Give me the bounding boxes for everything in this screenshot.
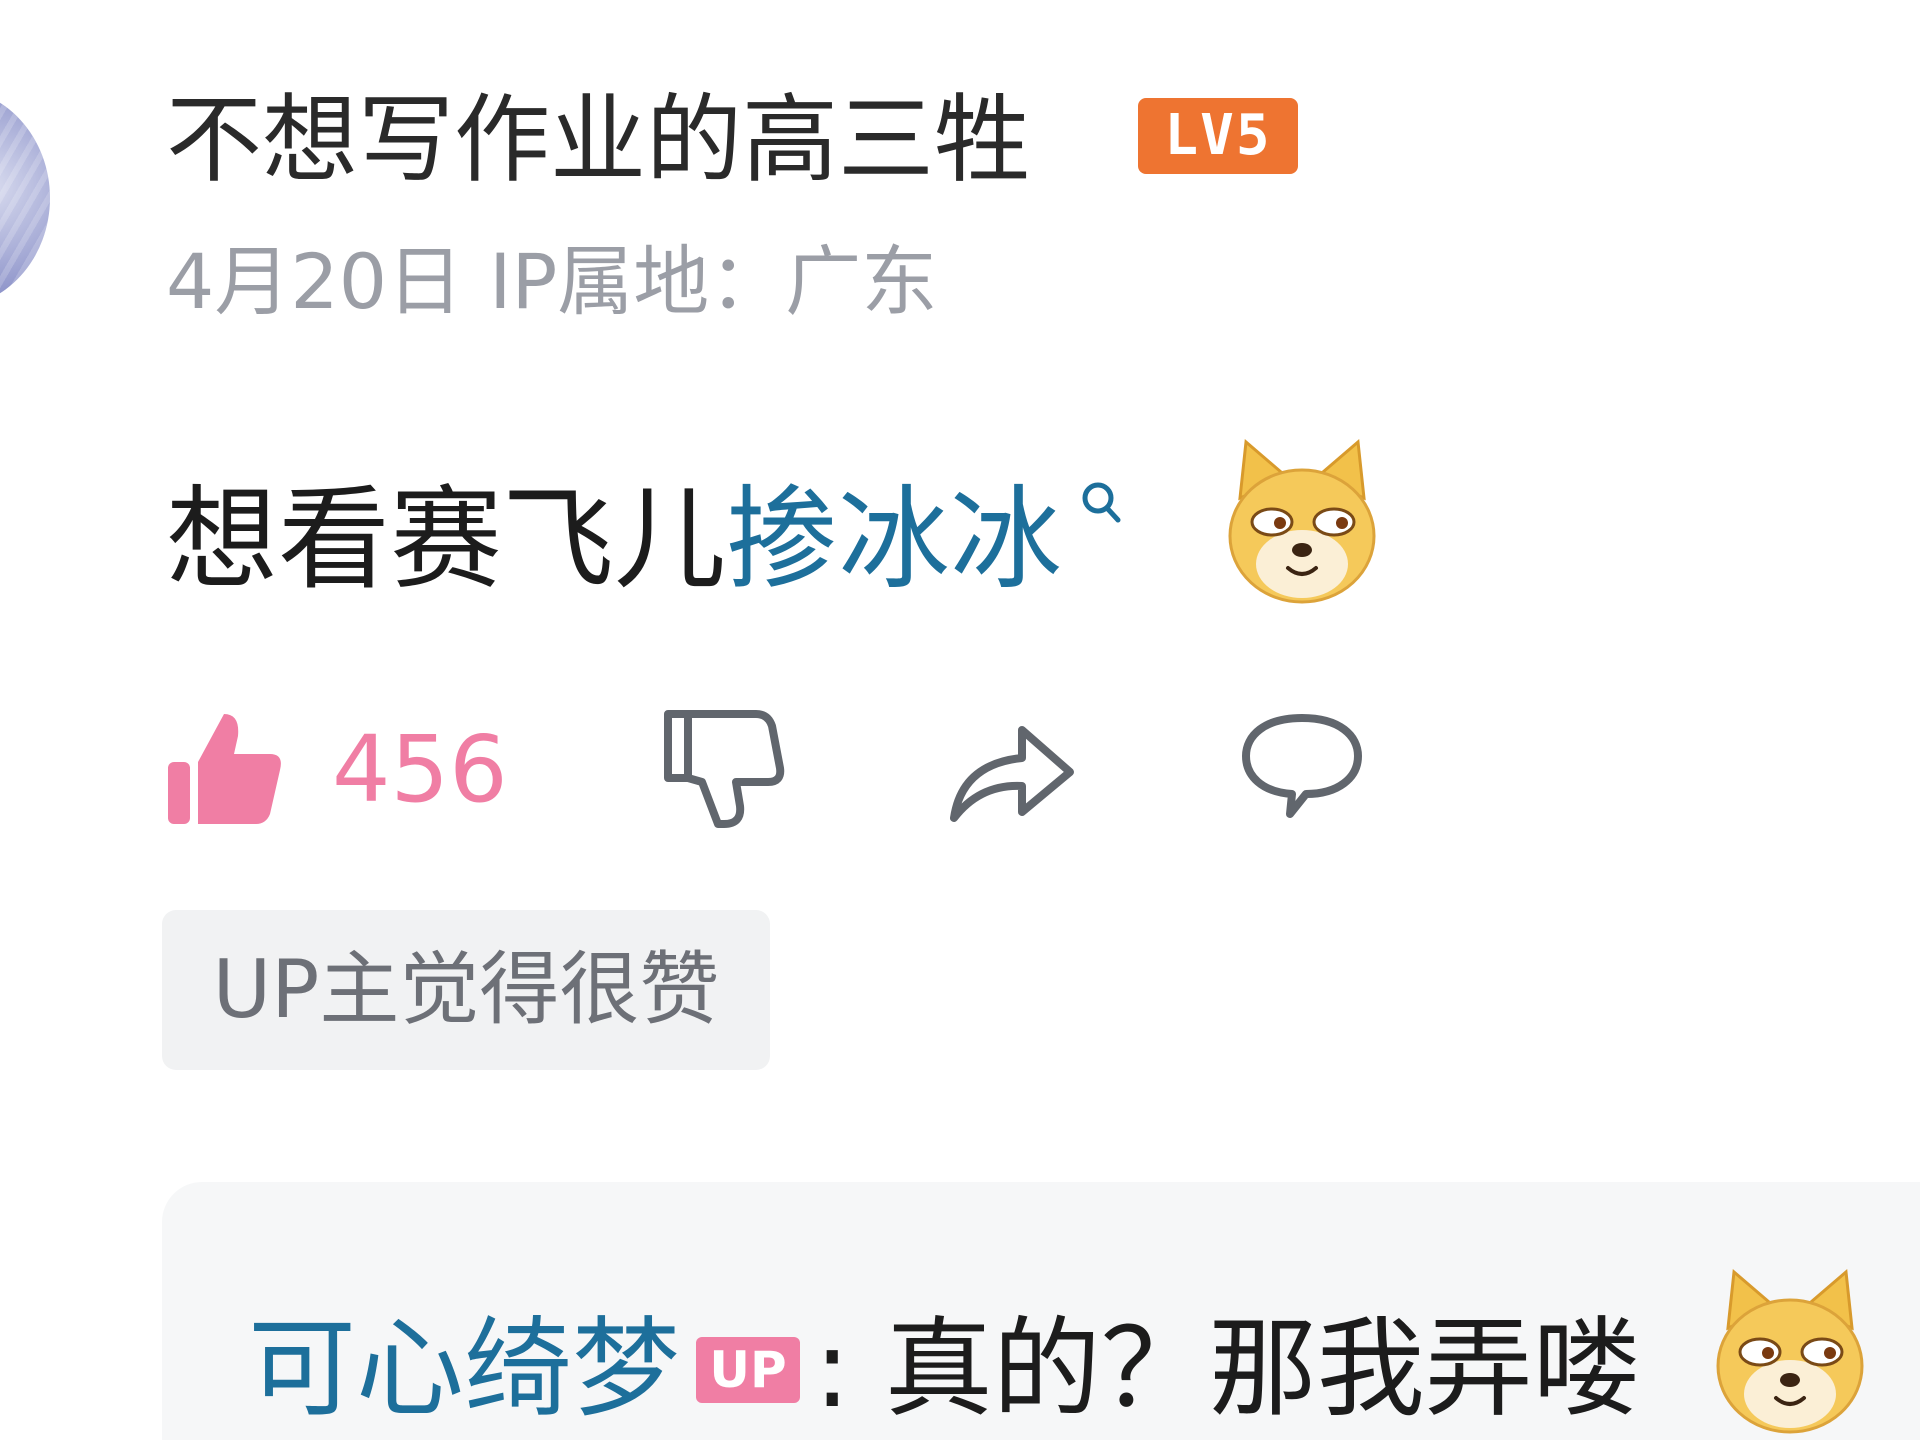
doge-emoji — [1716, 1269, 1864, 1434]
comment-screen: 不想写作业的高三牲 LV5 4月20日 IP属地：广东 想看赛飞儿掺冰冰 456 — [0, 0, 1920, 1440]
reply-text: 真的？那我弄喽 — [884, 1307, 1641, 1432]
comment-date: 4月20日 — [166, 237, 464, 326]
avatar[interactable] — [0, 88, 50, 308]
ip-location: IP属地：广东 — [489, 237, 938, 326]
comment-icon[interactable] — [1240, 710, 1364, 830]
reply-author-name[interactable]: 可心绮梦 — [248, 1307, 680, 1432]
doge-emoji — [1228, 439, 1376, 604]
thumbs-up-icon[interactable] — [166, 710, 286, 830]
comment-text: 想看赛飞儿掺冰冰 — [166, 470, 1132, 610]
level-badge: LV5 — [1138, 98, 1298, 174]
like-count: 456 — [332, 716, 508, 823]
up-badge: UP — [696, 1337, 801, 1404]
comment-text-body: 想看赛飞儿 — [166, 475, 726, 605]
comment-meta: 4月20日 IP属地：广东 — [166, 232, 937, 332]
reply-separator: : — [814, 1307, 885, 1432]
share-icon[interactable] — [946, 714, 1076, 824]
search-link[interactable]: 掺冰冰 — [726, 475, 1062, 605]
reply-preview[interactable]: 可心绮梦 UP: 真的？那我弄喽 — [248, 1300, 1641, 1440]
thumbs-down-icon[interactable] — [662, 706, 786, 830]
comment-author-name[interactable]: 不想写作业的高三牲 — [166, 80, 1030, 200]
up-liked-tag: UP主觉得很赞 — [162, 910, 770, 1070]
search-icon[interactable] — [1072, 470, 1132, 540]
